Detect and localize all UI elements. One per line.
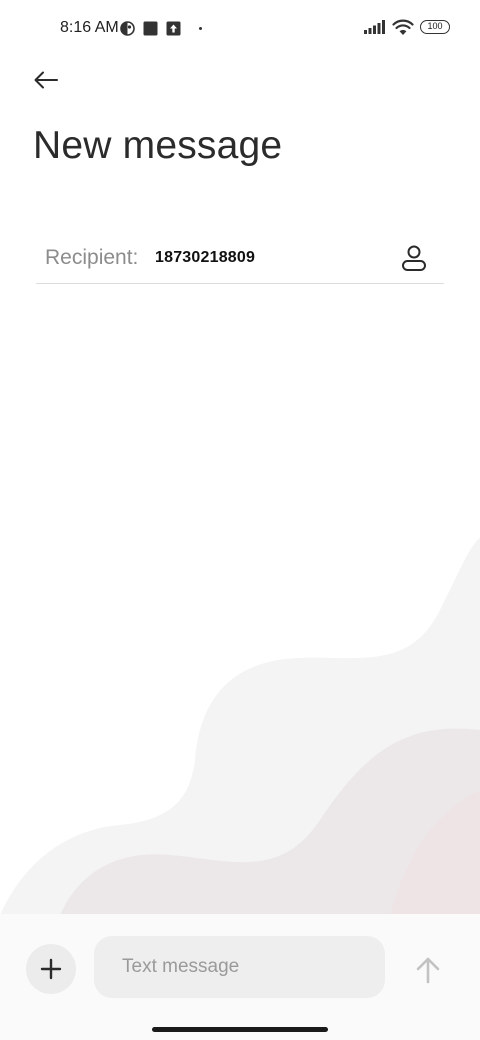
arrow-left-icon [34,71,58,89]
home-indicator[interactable] [152,1027,328,1032]
message-input[interactable] [94,936,385,998]
recipient-value[interactable]: 18730218809 [155,248,255,268]
status-time: 8:16 AM [60,19,119,36]
back-button[interactable] [26,60,66,100]
pick-contact-button[interactable] [398,242,430,274]
person-icon [402,245,426,271]
upload-notification-icon [166,21,181,36]
recipient-label: Recipient: [45,246,139,269]
send-button[interactable] [408,950,448,990]
add-attachment-button[interactable] [26,944,76,994]
background-waves [0,538,480,915]
dot-icon [199,26,202,30]
recipient-row[interactable]: Recipient: 18730218809 [36,232,444,284]
wifi-icon [392,19,414,36]
square-notification-icon [143,21,158,36]
page-title: New message [33,124,283,167]
system-icons: 100 [364,17,450,37]
signal-icon [364,20,386,34]
plus-icon [40,958,62,980]
arrow-up-icon [416,957,440,984]
notification-icons [120,19,202,37]
battery-icon: 100 [420,20,450,34]
data-saver-icon [120,20,135,36]
composer-bar [0,914,480,1040]
status-bar: 8:16 AM 100 [0,0,480,56]
